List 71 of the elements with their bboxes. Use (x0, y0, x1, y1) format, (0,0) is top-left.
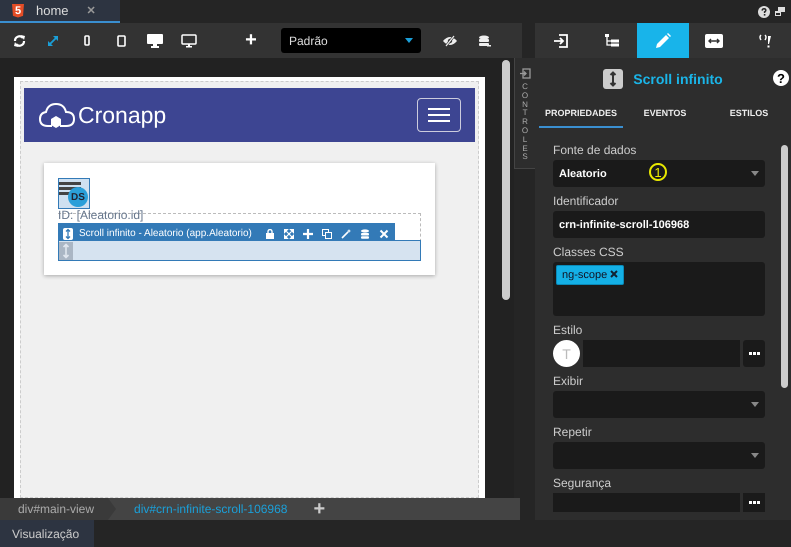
copy-icon[interactable] (322, 228, 332, 238)
caret-icon (405, 38, 413, 43)
select-field[interactable]: Aleatorio 1 (553, 160, 765, 187)
caret-icon (751, 402, 759, 407)
enter-icon (554, 34, 568, 48)
breadcrumb-item[interactable]: div#main-view (0, 498, 116, 520)
controls-icon (520, 68, 531, 79)
brackets-icon (758, 34, 772, 48)
tags-field[interactable]: ng-scope (553, 262, 765, 316)
help-icon[interactable] (758, 6, 770, 18)
datasource-icon: DS (58, 178, 90, 209)
tablet-icon (116, 34, 126, 46)
field-label: Estilo (553, 323, 584, 337)
monitor-icon (181, 34, 197, 48)
desktop-icon (147, 34, 163, 48)
scroll-icon (603, 69, 624, 89)
tree-icon (604, 34, 619, 47)
dots-icon (748, 352, 760, 355)
field-text: ID: [Aleatorio.id] (58, 209, 144, 222)
field-label: Exibir (553, 374, 584, 388)
help-icon[interactable]: ? (773, 70, 789, 86)
wand-icon[interactable] (340, 228, 351, 238)
phone-icon (84, 35, 90, 46)
select-field[interactable] (553, 442, 765, 469)
component-title: Scroll infinito (633, 71, 723, 87)
scrollbar[interactable] (781, 145, 788, 388)
input-field[interactable]: crn-infinite-scroll-106968 (553, 211, 765, 238)
expand-icon (47, 34, 59, 46)
more-button[interactable] (743, 340, 765, 367)
properties-tab[interactable]: ESTILOS (707, 100, 791, 128)
add-button[interactable]: + (236, 29, 266, 52)
properties-tab[interactable]: EVENTOS (623, 100, 707, 128)
scroll-icon (63, 228, 73, 240)
properties-tab[interactable]: PROPRIEDADES (539, 100, 623, 128)
more-button[interactable] (743, 493, 765, 512)
field-label: Identificador (553, 194, 620, 208)
tag[interactable]: ng-scope (556, 265, 624, 285)
infinite-scroll-element[interactable] (58, 240, 421, 261)
resize-icon (705, 34, 724, 48)
refresh-icon (12, 34, 26, 46)
file-tab[interactable]: 5 home ✕ (0, 0, 120, 23)
close-icon[interactable] (378, 228, 389, 238)
cloud-icon (38, 102, 76, 128)
brand-name: Cronapp (78, 102, 166, 128)
caret-icon (751, 453, 759, 458)
field-label: Segurança (553, 476, 612, 490)
component-label: Scroll infinito - Aleatorio (app.Aleatorio) (79, 228, 252, 239)
dots-icon (748, 501, 760, 504)
remove-icon[interactable] (610, 270, 618, 278)
menu-button[interactable] (417, 98, 461, 132)
add-icon[interactable] (302, 228, 313, 238)
view-tab[interactable]: Visualização (0, 520, 94, 547)
select-field[interactable] (553, 391, 765, 418)
theme-select[interactable]: Padrão (281, 28, 421, 53)
step-marker: 1 (649, 163, 667, 181)
move-icon[interactable] (284, 228, 294, 238)
hamburger-icon (428, 108, 450, 122)
scroll-icon (59, 242, 73, 260)
close-icon[interactable]: ✕ (86, 4, 96, 17)
add-icon[interactable]: + (313, 498, 326, 520)
restore-icon[interactable] (775, 6, 785, 16)
html5-icon: 5 (12, 4, 24, 18)
tab-label: home (36, 3, 69, 18)
field-label: Repetir (553, 425, 593, 439)
field-label: Fonte de dados (553, 143, 638, 157)
caret-icon (751, 171, 759, 176)
pencil-icon (655, 32, 671, 48)
field-label: Classes CSS (553, 245, 625, 259)
controls-tab[interactable]: CONTROLES (514, 58, 535, 170)
scrollbar[interactable] (502, 60, 510, 300)
lock-icon[interactable] (264, 228, 275, 238)
